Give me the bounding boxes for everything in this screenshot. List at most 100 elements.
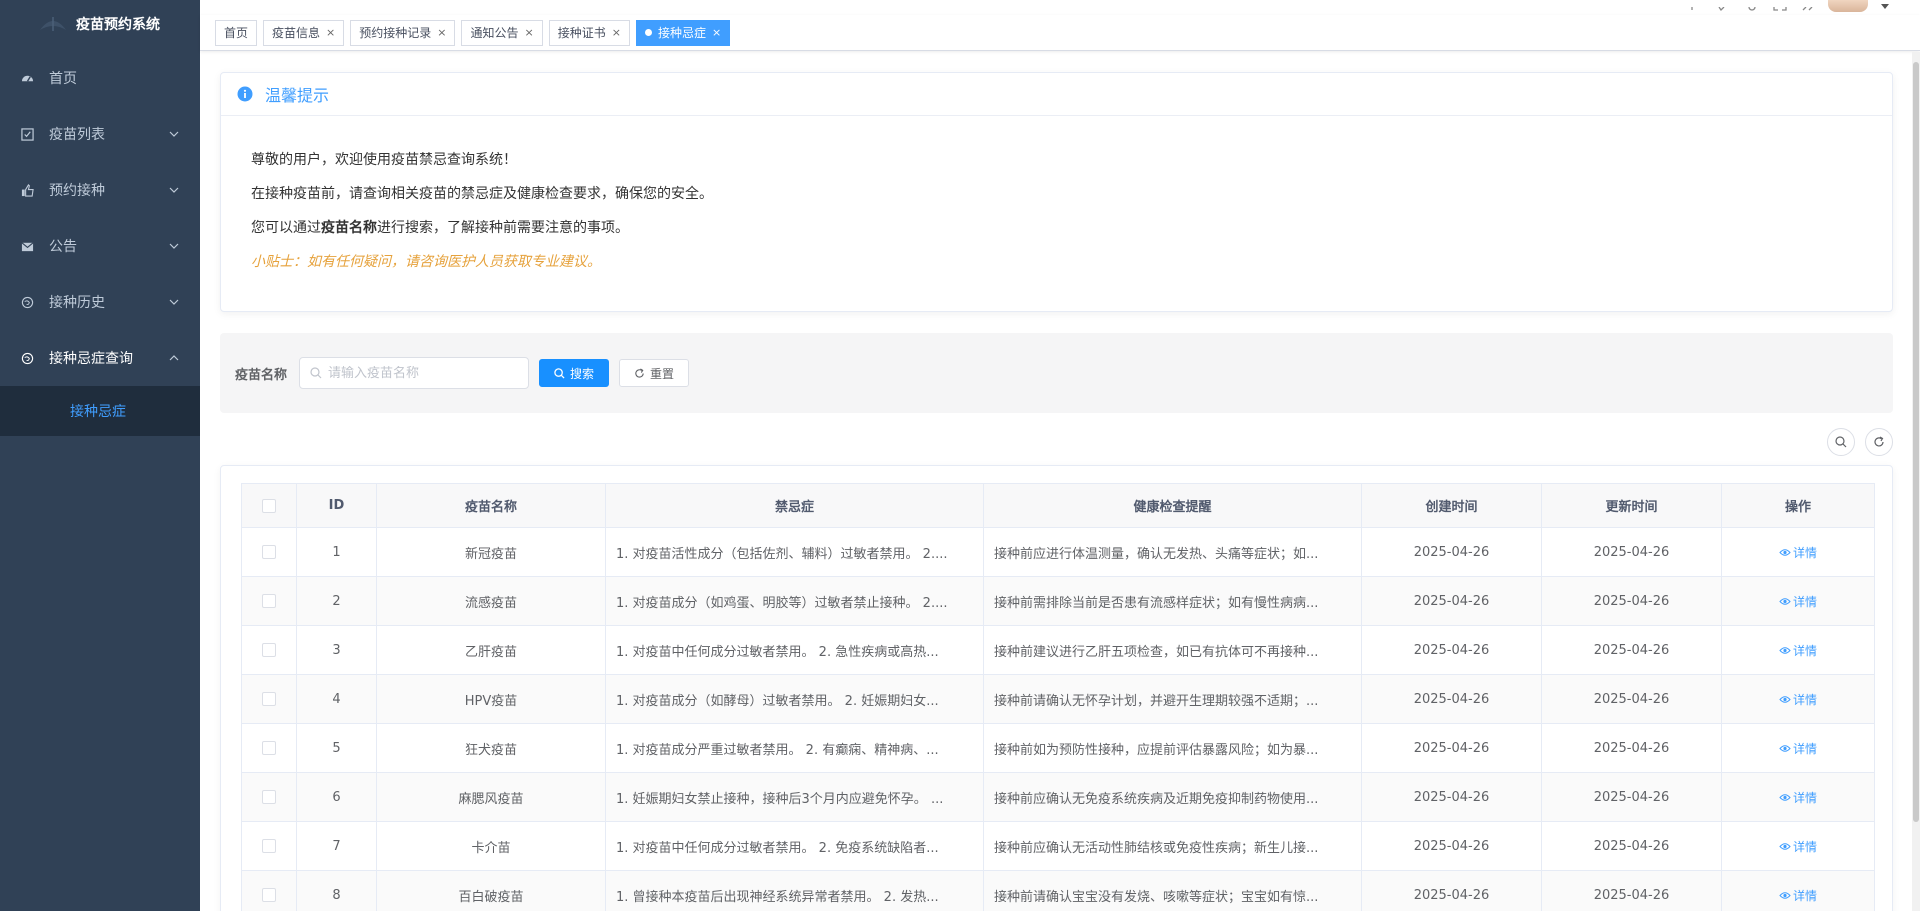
row-checkbox[interactable] <box>262 888 276 902</box>
scrollbar-thumb[interactable] <box>1913 62 1919 822</box>
scrollbar[interactable] <box>1912 52 1920 911</box>
row-select-cell <box>241 870 297 911</box>
row-checkbox[interactable] <box>262 741 276 755</box>
eye-icon <box>1779 695 1791 703</box>
sidebar-item-notice[interactable]: 公告 <box>0 218 200 274</box>
column-header-id: ID <box>296 483 377 528</box>
close-icon[interactable]: × <box>326 26 335 39</box>
question-icon[interactable] <box>1744 0 1760 11</box>
detail-button[interactable]: 详情 <box>1779 593 1817 610</box>
search-button[interactable]: 搜索 <box>539 359 610 387</box>
detail-button[interactable]: 详情 <box>1779 838 1817 855</box>
navbar <box>200 0 1920 15</box>
search-icon <box>310 367 322 379</box>
search-icon[interactable] <box>1688 0 1704 10</box>
cell-id: 2 <box>296 576 377 626</box>
detail-button[interactable]: 详情 <box>1779 642 1817 659</box>
cell-contraindications: 1. 对疫苗成分严重过敏者禁用。 2. 有癫痫、精神病、... <box>605 723 984 773</box>
detail-button[interactable]: 详情 <box>1779 887 1817 904</box>
cell-name: 麻腮风疫苗 <box>376 772 606 822</box>
column-header-health-check: 健康检查提醒 <box>983 483 1362 528</box>
cell-id: 7 <box>296 821 377 871</box>
table-card: ID 疫苗名称 禁忌症 健康检查提醒 创建时间 更新时间 操作 1 新冠疫苗 1. … <box>220 465 1893 911</box>
cell-contraindications: 1. 曾接种本疫苗后出现神经系统异常者禁用。 2. 发热... <box>605 870 984 911</box>
tag-label: 接种证书 <box>557 26 606 40</box>
chevron-down-icon <box>169 187 179 193</box>
refresh-icon <box>1874 436 1884 447</box>
row-checkbox[interactable] <box>262 790 276 804</box>
detail-button[interactable]: 详情 <box>1779 544 1817 561</box>
chevron-down-icon <box>169 299 179 305</box>
reset-button[interactable]: 重置 <box>619 359 690 387</box>
chevron-up-icon <box>169 355 179 361</box>
tag-home[interactable]: 首页 <box>215 19 258 46</box>
detail-button[interactable]: 详情 <box>1779 691 1817 708</box>
cell-action: 详情 <box>1721 723 1875 773</box>
row-checkbox[interactable] <box>262 545 276 559</box>
tip-hint: 小贴士：如有任何疑问，请咨询医护人员获取专业建议。 <box>251 254 601 270</box>
search-form: 疫苗名称 搜索 重置 <box>220 333 1893 413</box>
row-select-cell <box>241 674 297 724</box>
sidebar-item-contraindication[interactable]: 接种忌症查询 <box>0 330 200 386</box>
cell-contraindications: 1. 对疫苗活性成分（包括佐剂、辅料）过敏者禁用。 2.... <box>605 527 984 577</box>
cell-name: HPV疫苗 <box>376 674 606 724</box>
sidebar-item-vaccine-list[interactable]: 疫苗列表 <box>0 106 200 162</box>
cell-health-check: 接种前建议进行乙肝五项检查，如已有抗体可不再接种... <box>983 625 1362 675</box>
cell-action: 详情 <box>1721 821 1875 871</box>
contraindication-table: ID 疫苗名称 禁忌症 健康检查提醒 创建时间 更新时间 操作 1 新冠疫苗 1. … <box>241 483 1875 911</box>
cell-name: 卡介苗 <box>376 821 606 871</box>
chevron-down-icon <box>169 243 179 249</box>
cell-action: 详情 <box>1721 527 1875 577</box>
sidebar-item-label: 预约接种 <box>49 183 105 199</box>
tag-appointment-records[interactable]: 预约接种记录 × <box>350 19 456 46</box>
detail-label: 详情 <box>1792 594 1817 609</box>
row-select-cell <box>241 723 297 773</box>
globe-icon <box>20 351 34 365</box>
detail-button[interactable]: 详情 <box>1779 740 1817 757</box>
avatar[interactable] <box>1828 0 1868 12</box>
cell-created: 2025-04-26 <box>1361 821 1542 871</box>
tag-vaccine-info[interactable]: 疫苗信息 × <box>263 19 345 46</box>
row-checkbox[interactable] <box>262 594 276 608</box>
detail-label: 详情 <box>1792 545 1817 560</box>
close-icon[interactable]: × <box>612 26 621 39</box>
toggle-search-button[interactable] <box>1827 428 1855 456</box>
font-size-icon[interactable] <box>1800 0 1816 11</box>
row-checkbox[interactable] <box>262 692 276 706</box>
cell-id: 4 <box>296 674 377 724</box>
fullscreen-icon[interactable] <box>1772 0 1788 11</box>
table-row: 3 乙肝疫苗 1. 对疫苗中任何成分过敏者禁用。 2. 急性疾病或高热... 接种前建… <box>241 625 1875 675</box>
cell-updated: 2025-04-26 <box>1541 821 1722 871</box>
search-field[interactable] <box>299 357 530 389</box>
select-all-checkbox[interactable] <box>262 498 276 513</box>
cell-contraindications: 1. 对疫苗中任何成分过敏者禁用。 2. 急性疾病或高热... <box>605 625 984 675</box>
close-icon[interactable]: × <box>525 26 534 39</box>
cell-created: 2025-04-26 <box>1361 527 1542 577</box>
sidebar-item-home[interactable]: 首页 <box>0 50 200 106</box>
close-icon[interactable]: × <box>437 26 446 39</box>
close-icon[interactable]: × <box>712 26 721 39</box>
tip-body: 尊敬的用户，欢迎使用疫苗禁忌查询系统！ 在接种疫苗前，请查询相关疫苗的禁忌症及健… <box>221 116 1892 279</box>
select-all-cell <box>241 483 297 528</box>
tag-certificate[interactable]: 接种证书 × <box>548 19 630 46</box>
row-checkbox[interactable] <box>262 839 276 853</box>
caret-down-icon[interactable] <box>1880 0 1890 9</box>
detail-button[interactable]: 详情 <box>1779 789 1817 806</box>
navbar-tools <box>1688 0 1890 12</box>
tip-title: 温馨提示 <box>265 86 330 105</box>
eye-icon <box>1779 548 1791 556</box>
sidebar-subitem-contraindication[interactable]: 接种忌症 <box>0 386 200 436</box>
tag-contraindication[interactable]: 接种忌症 × <box>635 19 731 46</box>
cell-updated: 2025-04-26 <box>1541 870 1722 911</box>
row-checkbox[interactable] <box>262 643 276 657</box>
sidebar-item-appointment[interactable]: 预约接种 <box>0 162 200 218</box>
message-icon <box>20 239 34 253</box>
sidebar-item-history[interactable]: 接种历史 <box>0 274 200 330</box>
github-icon[interactable] <box>1716 0 1732 12</box>
tip-keyword: 疫苗名称 <box>321 220 377 236</box>
reset-button-label: 重置 <box>650 366 675 381</box>
refresh-table-button[interactable] <box>1865 428 1893 456</box>
search-input[interactable] <box>328 365 519 381</box>
tag-notices[interactable]: 通知公告 × <box>461 19 543 46</box>
cell-name: 狂犬疫苗 <box>376 723 606 773</box>
